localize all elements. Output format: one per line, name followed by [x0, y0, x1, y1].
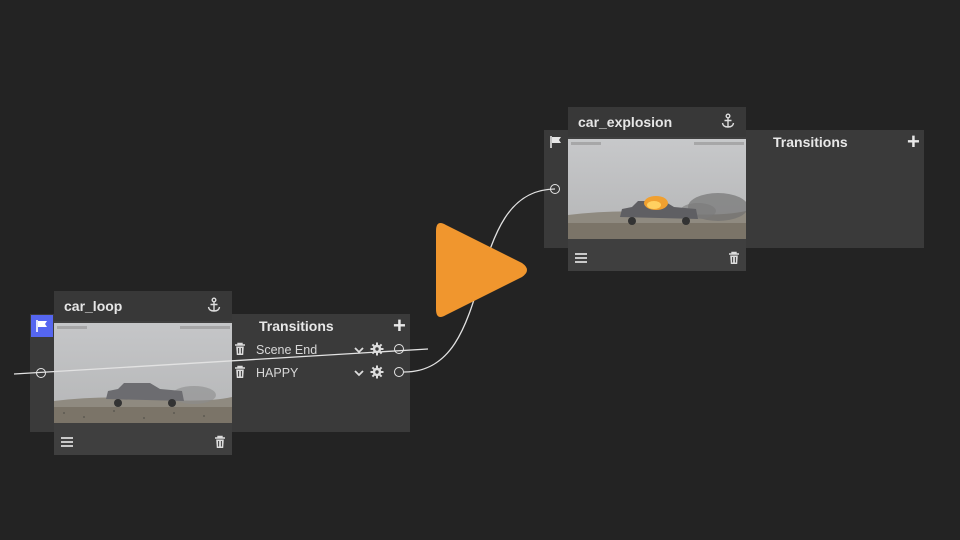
- trash-icon[interactable]: [234, 365, 246, 382]
- anchor-icon[interactable]: [720, 113, 736, 132]
- video-thumbnail[interactable]: [568, 139, 746, 239]
- transitions-header: Transitions: [773, 134, 848, 150]
- flag-icon[interactable]: [545, 131, 567, 153]
- transition-row[interactable]: Scene End: [234, 340, 392, 360]
- add-transition-button[interactable]: +: [907, 131, 920, 153]
- node-header[interactable]: car_explosion: [568, 107, 746, 137]
- node-graph-canvas[interactable]: car_loop Transitions + Scene End HAPPY c…: [0, 0, 960, 540]
- node-card-car-loop[interactable]: car_loop: [54, 291, 232, 455]
- transition-label: HAPPY: [256, 366, 299, 380]
- video-thumbnail[interactable]: [54, 323, 232, 423]
- transition-row[interactable]: HAPPY: [234, 363, 392, 383]
- node-title: car_loop: [64, 298, 123, 314]
- menu-icon[interactable]: [574, 251, 588, 269]
- node-title: car_explosion: [578, 114, 673, 130]
- chevron-down-icon[interactable]: [354, 343, 370, 357]
- node-card-car-explosion[interactable]: car_explosion: [568, 107, 746, 271]
- transition-label: Scene End: [256, 343, 318, 357]
- menu-icon[interactable]: [60, 435, 74, 453]
- transitions-header: Transitions: [259, 318, 334, 334]
- node-footer: [568, 249, 746, 271]
- input-port[interactable]: [550, 184, 560, 194]
- play-icon: [436, 223, 527, 317]
- trash-icon[interactable]: [728, 251, 740, 270]
- output-port[interactable]: [394, 344, 404, 354]
- trash-icon[interactable]: [234, 342, 246, 359]
- trash-icon[interactable]: [214, 435, 226, 454]
- gear-icon[interactable]: [370, 342, 392, 359]
- anchor-icon[interactable]: [206, 297, 222, 316]
- node-footer: [54, 433, 232, 455]
- add-transition-button[interactable]: +: [393, 315, 406, 337]
- gear-icon[interactable]: [370, 365, 392, 382]
- start-flag-icon[interactable]: [31, 315, 53, 337]
- play-button[interactable]: [432, 215, 532, 325]
- input-port[interactable]: [36, 368, 46, 378]
- node-header[interactable]: car_loop: [54, 291, 232, 321]
- chevron-down-icon[interactable]: [354, 366, 370, 380]
- output-port[interactable]: [394, 367, 404, 377]
